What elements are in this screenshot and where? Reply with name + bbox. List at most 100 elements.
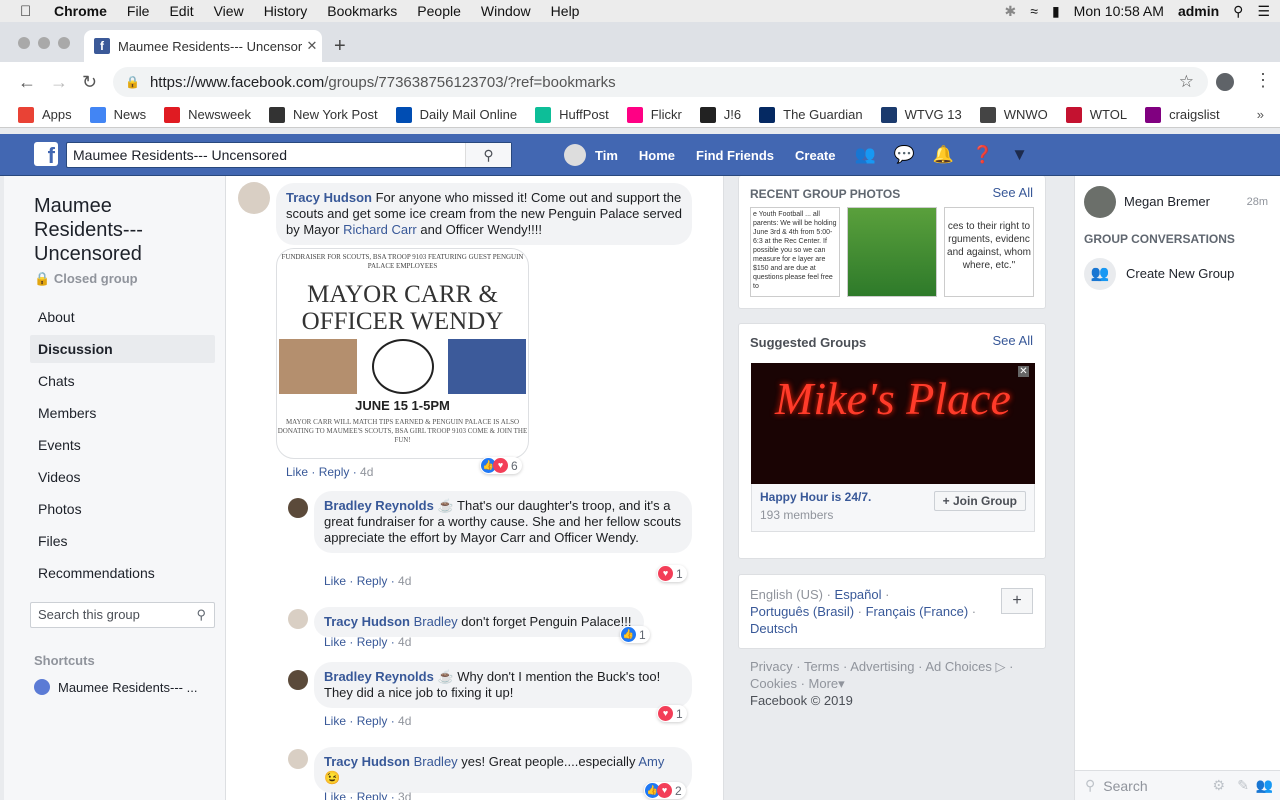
account-menu-chevron-icon[interactable]: ▼ [1002, 145, 1037, 165]
footer-advertising[interactable]: Advertising [850, 659, 914, 674]
footer-more[interactable]: More [809, 676, 839, 691]
comment-mention[interactable]: Richard Carr [343, 222, 417, 237]
photo-thumbnail[interactable]: e Youth Football ... all parents: We wil… [750, 207, 840, 297]
chrome-menu-icon[interactable]: ⋮ [1254, 70, 1272, 91]
lock-icon[interactable]: 🔒 [125, 75, 140, 89]
photos-see-all-link[interactable]: See All [993, 185, 1033, 200]
bluetooth-icon[interactable]: ✱ [1005, 3, 1017, 20]
chat-settings-gear-icon[interactable]: ⚙ [1212, 777, 1225, 794]
facebook-logo-icon[interactable]: f [34, 142, 58, 168]
reaction-count[interactable]: ♥ 1 [657, 705, 687, 722]
close-suggestion-icon[interactable]: ✕ [1018, 366, 1029, 377]
close-tab-icon[interactable]: ✕ [302, 38, 322, 54]
add-language-button[interactable]: + [1001, 588, 1033, 614]
nav-find-friends[interactable]: Find Friends [685, 148, 784, 163]
reply-link[interactable]: Reply [357, 574, 388, 588]
menu-edit[interactable]: Edit [169, 3, 193, 19]
like-link[interactable]: Like [324, 714, 346, 728]
group-nav-videos[interactable]: Videos [30, 463, 215, 491]
reply-link[interactable]: Reply [357, 790, 388, 800]
menu-people[interactable]: People [417, 3, 461, 19]
browser-tab[interactable]: f Maumee Residents--- Uncensored ✕ [84, 30, 322, 62]
menu-bookmarks[interactable]: Bookmarks [327, 3, 397, 19]
group-nav-discussion[interactable]: Discussion [30, 335, 215, 363]
like-link[interactable]: Like [324, 635, 346, 649]
comment-age[interactable]: 4d [398, 635, 411, 649]
footer-ad-choices[interactable]: Ad Choices [925, 659, 991, 674]
apple-icon[interactable]:  [20, 3, 36, 20]
shortcut-item[interactable]: Maumee Residents--- ... [34, 679, 197, 695]
create-group-icon[interactable]: 👥 [1084, 258, 1116, 290]
reply-link[interactable]: Reply [357, 714, 388, 728]
like-link[interactable]: Like [324, 790, 346, 800]
language-link[interactable]: Français (France) [866, 604, 969, 619]
bookmark-star-icon[interactable]: ☆ [1179, 72, 1194, 92]
battery-icon[interactable]: ▮ [1052, 3, 1060, 20]
search-icon[interactable]: ⚲ [196, 603, 206, 627]
new-tab-button[interactable]: + [334, 35, 346, 58]
create-new-group-link[interactable]: Create New Group [1126, 266, 1234, 281]
comment-author[interactable]: Tracy Hudson [286, 190, 372, 205]
messenger-icon[interactable]: 💬 [885, 145, 924, 165]
language-link[interactable]: Português (Brasil) [750, 604, 854, 619]
menu-help[interactable]: Help [551, 3, 580, 19]
chat-contact-name[interactable]: Megan Bremer [1124, 194, 1210, 209]
footer-privacy[interactable]: Privacy [750, 659, 793, 674]
notifications-bell-icon[interactable]: 🔔 [924, 145, 963, 165]
user-avatar[interactable] [564, 144, 586, 166]
help-icon[interactable]: ❓ [963, 145, 1002, 165]
menu-view[interactable]: View [214, 3, 244, 19]
close-window-button[interactable] [18, 37, 30, 49]
like-link[interactable]: Like [286, 465, 308, 479]
bookmark-new-york-post[interactable]: New York Post [269, 106, 378, 123]
reaction-count[interactable]: 👍 ♥ 2 [644, 782, 686, 799]
footer-terms[interactable]: Terms [804, 659, 839, 674]
bookmark-the-guardian[interactable]: The Guardian [759, 106, 863, 123]
comment-age[interactable]: 4d [360, 465, 373, 479]
suggested-see-all-link[interactable]: See All [993, 333, 1033, 348]
photo-thumbnail[interactable]: ces to their right to rguments, evidenc … [944, 207, 1034, 297]
bookmark-wnwo[interactable]: WNWO [979, 106, 1048, 123]
reaction-count[interactable]: 👍 1 [620, 626, 650, 643]
profile-icon[interactable] [1216, 73, 1234, 91]
bookmark-flickr[interactable]: Flickr [626, 106, 682, 123]
bookmark-daily-mail-online[interactable]: Daily Mail Online [395, 106, 517, 123]
bookmark-huffpost[interactable]: HuffPost [535, 106, 609, 123]
avatar[interactable] [288, 670, 308, 690]
group-nav-chats[interactable]: Chats [30, 367, 215, 395]
bookmark-news[interactable]: News [89, 106, 146, 123]
bookmark-craigslist[interactable]: craigslist [1145, 106, 1220, 123]
comment-age[interactable]: 4d [398, 574, 411, 588]
footer-cookies[interactable]: Cookies [750, 676, 797, 691]
bookmark-wtol[interactable]: WTOL [1065, 106, 1127, 123]
avatar[interactable] [288, 609, 308, 629]
reload-icon[interactable]: ↻ [82, 72, 97, 93]
language-link[interactable]: Deutsch [750, 621, 798, 636]
profile-link[interactable]: Tim [594, 148, 628, 163]
comment-author[interactable]: Tracy Hudson [324, 754, 410, 769]
friend-requests-icon[interactable]: 👥 [845, 145, 884, 165]
comment-author[interactable]: Tracy Hudson [324, 614, 410, 629]
new-message-icon[interactable]: ✎ [1237, 777, 1249, 794]
menubar-clock[interactable]: Mon 10:58 AM [1074, 3, 1164, 19]
address-bar[interactable]: 🔒 https://www.facebook.com/groups/773638… [113, 67, 1208, 97]
group-nav-about[interactable]: About [30, 303, 215, 331]
avatar[interactable] [288, 749, 308, 769]
mikes-place-group-image[interactable]: Mike's Place [751, 363, 1035, 484]
notification-center-icon[interactable]: ☰ [1257, 3, 1270, 20]
reply-link[interactable]: Reply [357, 635, 388, 649]
chat-search-input[interactable]: ⚲ Search ⚙ ✎ 👥 [1075, 770, 1280, 800]
comment-mention[interactable]: Bradley [414, 754, 458, 769]
comment-author[interactable]: Bradley Reynolds [324, 669, 434, 684]
bookmark-j-6[interactable]: J!6 [699, 106, 741, 123]
search-icon[interactable]: ⚲ [465, 143, 511, 167]
zoom-window-button[interactable] [58, 37, 70, 49]
comment-mention-2[interactable]: Amy [638, 754, 664, 769]
facebook-search-input[interactable]: Maumee Residents--- Uncensored ⚲ [66, 142, 512, 168]
back-icon[interactable]: ← [18, 72, 36, 93]
join-group-button[interactable]: + Join Group [933, 491, 1026, 511]
menu-app[interactable]: Chrome [54, 3, 107, 19]
spotlight-search-icon[interactable]: ⚲ [1233, 3, 1243, 20]
bookmark-apps[interactable]: Apps [18, 106, 72, 123]
menubar-user[interactable]: admin [1178, 3, 1219, 19]
